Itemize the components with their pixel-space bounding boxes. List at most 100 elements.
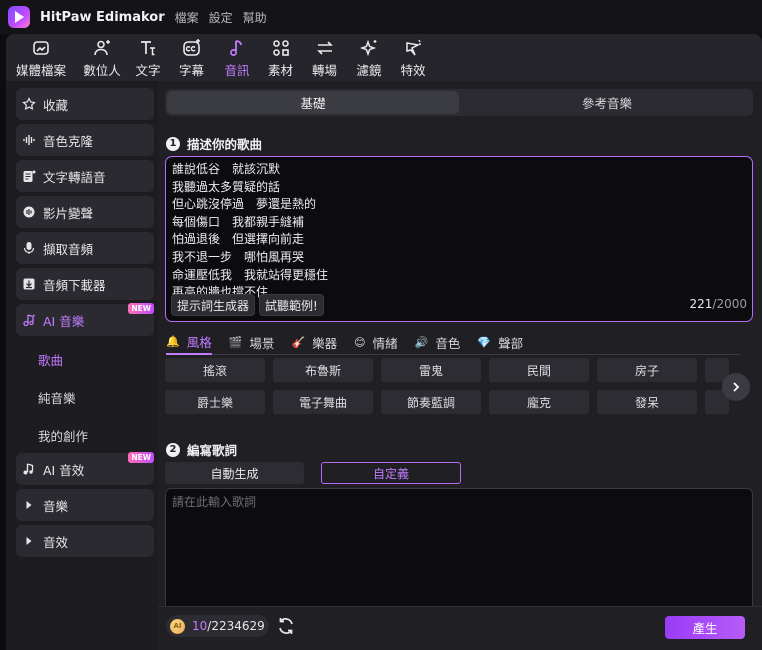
tag-folk[interactable]: 民間: [489, 358, 589, 382]
menu-settings[interactable]: 設定: [209, 9, 233, 26]
media-icon: [33, 41, 49, 55]
toolbar-label: 媒體檔案: [15, 63, 66, 78]
waveform-icon: [23, 135, 35, 145]
tag-house[interactable]: 房子: [597, 358, 697, 382]
category-tabs: 🔔 風格 🎬 場景 🎸 樂器 😊 情緒 🔊 音色 💎 聲部: [166, 331, 740, 355]
toolbar-transition[interactable]: 轉場: [302, 34, 347, 81]
new-badge: NEW: [128, 303, 154, 314]
sidebar-item-ai-sound-effect[interactable]: AI 音效 NEW: [16, 452, 154, 485]
toolbar-label: 濾鏡: [356, 63, 382, 78]
music-note-icon: [230, 40, 242, 56]
tab-reference-music[interactable]: 參考音樂: [461, 89, 753, 116]
avatar-icon: [94, 40, 110, 56]
category-tab-style[interactable]: 🔔 風格: [166, 331, 212, 355]
sidebar-item-audio-downloader[interactable]: 音頻下載器: [16, 268, 154, 300]
credits-used: 10: [192, 619, 208, 633]
star-icon: [22, 97, 36, 111]
song-description-box[interactable]: 誰說低谷 就該沉默 我聽過太多質疑的話 但心跳沒停過 夢還是熱的 每個傷口 我都…: [165, 156, 753, 322]
menu-help[interactable]: 幫助: [243, 9, 267, 26]
subtitle-icon: [182, 39, 200, 56]
lyrics-input-box[interactable]: [165, 488, 753, 618]
category-tab-scene[interactable]: 🎬 場景: [229, 331, 275, 355]
text-to-speech-icon: [23, 170, 36, 182]
prompt-generator-button[interactable]: 提示詞生成器: [171, 294, 256, 316]
category-tab-label: 聲部: [498, 336, 524, 351]
sidebar-item-label: 文字轉語音: [43, 169, 106, 185]
toolbar-material[interactable]: 素材: [259, 34, 302, 81]
sidebar-item-ai-music[interactable]: AI 音樂 NEW: [16, 303, 154, 336]
toolbar-media[interactable]: 媒體檔案: [6, 34, 76, 81]
gem-icon: 💎: [477, 336, 492, 349]
download-icon: [23, 278, 35, 290]
tags-next-button[interactable]: [722, 373, 750, 401]
tag-edm[interactable]: 電子舞曲: [273, 390, 373, 414]
sidebar-item-extract-audio[interactable]: 擷取音頻: [16, 232, 154, 264]
tag-rnb[interactable]: 節奏藍調: [381, 390, 481, 414]
category-tab-mood[interactable]: 😊 情緒: [354, 331, 397, 355]
clapperboard-icon: 🎬: [228, 336, 243, 349]
sidebar-item-music[interactable]: 音樂: [16, 489, 154, 521]
bell-icon: 🔔: [166, 335, 180, 348]
toolbar-label: 文字: [135, 63, 161, 78]
category-tab-label: 音色: [435, 336, 461, 351]
footer-bar: AI 10/2234629 產生: [158, 606, 762, 650]
tag-jazz[interactable]: 爵士樂: [165, 390, 265, 414]
section-title: 描述你的歌曲: [187, 137, 263, 152]
tag-chill[interactable]: 發呆: [597, 390, 697, 414]
title-bar: HitPaw Edimakor 檔案 設定 幫助: [0, 0, 762, 34]
refresh-icon[interactable]: [276, 616, 296, 636]
caret-right-icon: [26, 501, 32, 509]
category-tab-vocal[interactable]: 💎 聲部: [477, 331, 523, 355]
sidebar-subitem-my-creations[interactable]: 我的創作: [38, 426, 88, 445]
step-number: 2: [166, 442, 180, 457]
song-description-text[interactable]: 誰說低谷 就該沉默 我聽過太多質疑的話 但心跳沒停過 夢還是熱的 每個傷口 我都…: [172, 161, 328, 302]
sidebar-item-label: 音效: [43, 534, 69, 550]
toolbar-label: 轉場: [311, 63, 337, 78]
step-number: 1: [166, 136, 180, 151]
toolbar-subtitle[interactable]: 字幕: [168, 34, 215, 81]
tag-punk[interactable]: 龐克: [489, 390, 589, 414]
microphone-icon: [23, 242, 35, 254]
speaker-icon: 🔊: [414, 336, 429, 349]
toolbar-avatar[interactable]: 數位人: [76, 34, 128, 81]
tab-basic[interactable]: 基礎: [167, 91, 459, 114]
sidebar-subitem-songs[interactable]: 歌曲: [38, 350, 63, 369]
toolbar-text[interactable]: 文字: [128, 34, 168, 81]
auto-generate-button[interactable]: 自動生成: [165, 462, 304, 484]
category-tab-instrument[interactable]: 🎸 樂器: [291, 331, 337, 355]
sidebar: 收藏 音色克隆 文字轉語音 影片變聲 擷取音頻 音頻下載器 AI 音樂 NEW …: [6, 81, 158, 650]
try-example-button[interactable]: 試聽範例!: [259, 294, 324, 316]
tag-reggae[interactable]: 雷鬼: [381, 358, 481, 382]
custom-button[interactable]: 自定義: [321, 462, 461, 484]
toolbar-effect[interactable]: 特效: [391, 34, 435, 81]
sidebar-item-voice-clone[interactable]: 音色克隆: [16, 124, 154, 156]
tag-rock[interactable]: 搖滾: [165, 358, 265, 382]
transition-icon: [316, 41, 333, 55]
category-tab-label: 場景: [249, 336, 275, 351]
section-title: 編寫歌詞: [187, 443, 238, 458]
sidebar-item-text-to-speech[interactable]: 文字轉語音: [16, 160, 154, 192]
app-title: HitPaw Edimakor: [40, 9, 165, 25]
toolbar-label: 素材: [267, 63, 293, 78]
caret-right-icon: [26, 537, 32, 545]
menu-file[interactable]: 檔案: [175, 9, 199, 26]
main-panel: 基礎 參考音樂 1 描述你的歌曲 誰說低谷 就該沉默 我聽過太多質疑的話 但心跳…: [158, 81, 762, 650]
material-icon: [272, 40, 289, 56]
smiley-icon: 😊: [354, 336, 366, 349]
section-write-lyrics: 2 編寫歌詞: [166, 440, 237, 459]
lyrics-input[interactable]: [172, 495, 742, 509]
category-tab-label: 情緒: [372, 336, 398, 351]
toolbar-audio[interactable]: 音訊: [215, 34, 259, 81]
sidebar-item-favorites[interactable]: 收藏: [16, 88, 154, 120]
tag-blues[interactable]: 布魯斯: [273, 358, 373, 382]
sidebar-item-voice-change[interactable]: 影片變聲: [16, 196, 154, 228]
chevron-right-icon: [733, 382, 740, 392]
generate-button[interactable]: 產生: [665, 616, 745, 639]
sidebar-item-sound-effects[interactable]: 音效: [16, 525, 154, 557]
character-count-current: 221: [689, 297, 713, 311]
toolbar-filter[interactable]: 濾鏡: [347, 34, 391, 81]
lyrics-mode-toggle: 自動生成 自定義: [165, 462, 461, 484]
sidebar-subitem-instrumental[interactable]: 純音樂: [38, 388, 76, 407]
category-tab-timbre[interactable]: 🔊 音色: [415, 331, 461, 355]
ai-music-icon: [23, 314, 36, 327]
